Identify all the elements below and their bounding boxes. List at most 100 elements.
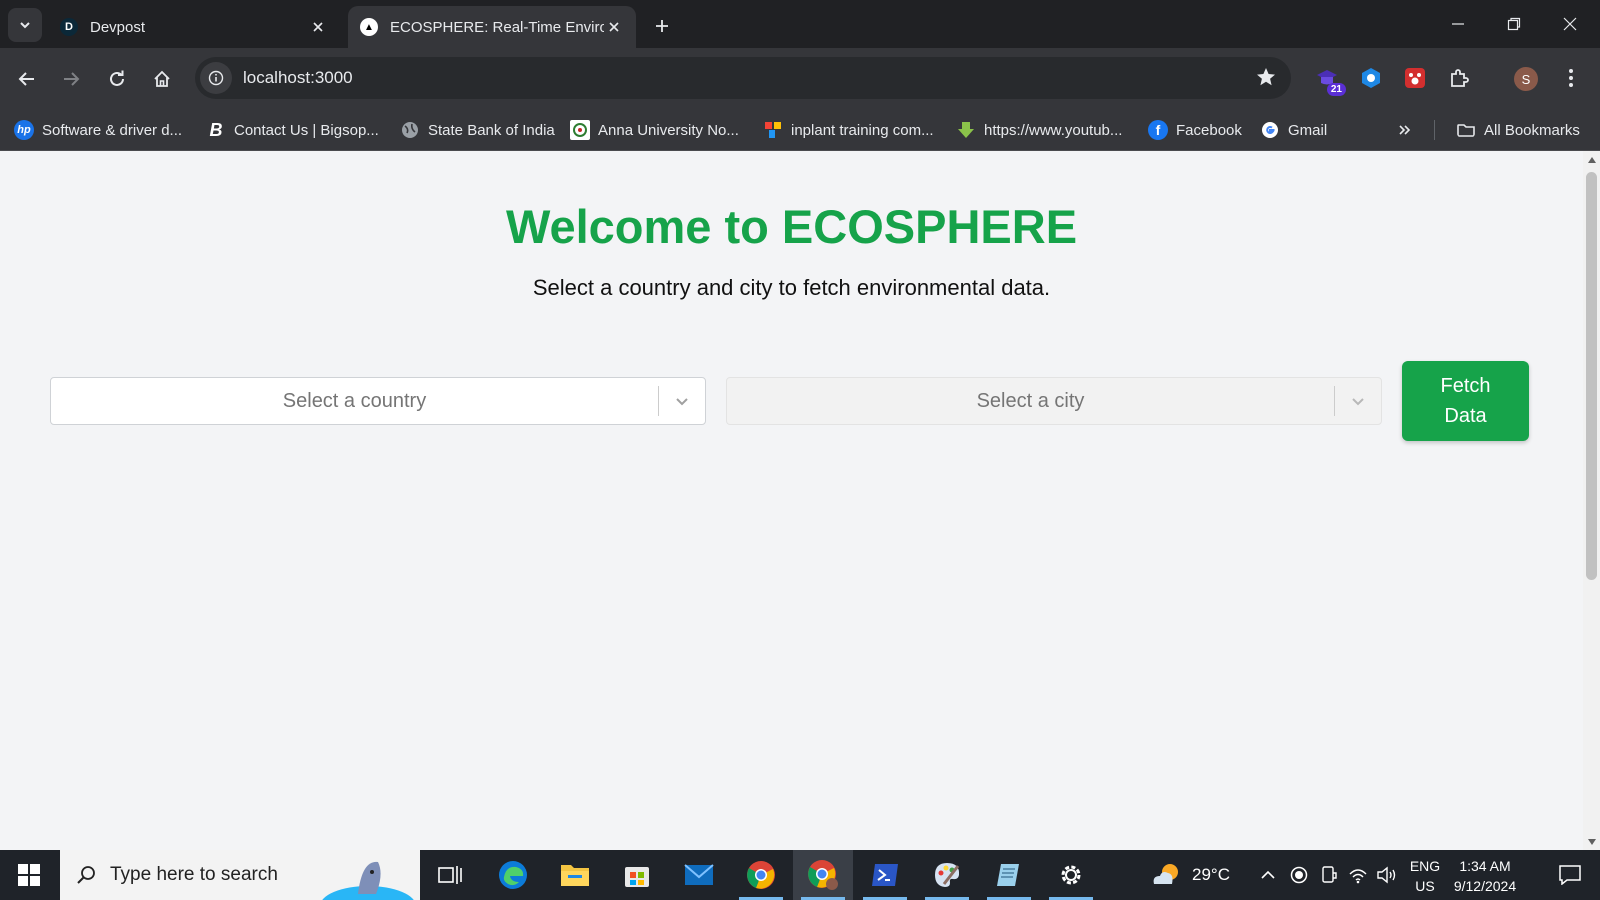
taskbar-file-explorer[interactable] [545, 850, 605, 900]
new-tab-button[interactable] [648, 12, 676, 40]
country-select[interactable]: Select a country [50, 377, 706, 425]
hp-icon: hp [14, 120, 34, 140]
close-window-button[interactable] [1542, 0, 1598, 48]
clock-time: 1:34 AM [1459, 858, 1511, 874]
page-title: Welcome to ECOSPHERE [505, 200, 1078, 253]
weather-widget[interactable]: 29°C [1150, 850, 1230, 900]
minimize-icon [1452, 23, 1464, 25]
extension-hexagon-button[interactable] [1356, 63, 1386, 93]
page-viewport: Welcome to ECOSPHERE Select a country an… [0, 151, 1600, 850]
back-button[interactable] [8, 60, 46, 98]
network-button[interactable] [1348, 850, 1368, 900]
browser-menu-button[interactable] [1556, 63, 1586, 93]
powershell-icon [872, 864, 898, 886]
all-bookmarks-button[interactable]: All Bookmarks [1456, 110, 1580, 150]
scroll-up-button[interactable] [1583, 151, 1600, 168]
all-bookmarks-label: All Bookmarks [1484, 121, 1580, 139]
profile-avatar[interactable]: S [1514, 67, 1538, 91]
taskbar-search-box[interactable]: Type here to search [60, 850, 420, 900]
start-button[interactable] [0, 850, 58, 900]
paint-palette-icon [935, 863, 960, 887]
close-tab-button[interactable] [308, 17, 328, 37]
taskbar-chrome[interactable] [731, 850, 791, 900]
chrome-profile-icon [808, 860, 838, 890]
search-icon [77, 866, 95, 884]
taskbar-clock[interactable]: 1:34 AM 9/12/2024 [1440, 856, 1530, 896]
city-select[interactable]: Select a city [726, 377, 1382, 425]
paw-icon [1405, 68, 1425, 88]
city-dropdown-indicator[interactable] [1335, 393, 1381, 409]
facebook-icon: f [1148, 120, 1168, 140]
reload-button[interactable] [98, 60, 136, 98]
bookmark-sbi[interactable]: State Bank of India [400, 110, 555, 150]
browser-toolbar: localhost:3000 21 S [0, 48, 1600, 110]
tab-strip: D Devpost ▲ ECOSPHERE: Real-Time Environ… [0, 0, 1600, 48]
notification-center-button[interactable] [1546, 850, 1594, 900]
bookmark-anna-university[interactable]: Anna University No... [570, 110, 739, 150]
forward-button[interactable] [52, 60, 90, 98]
minimize-button[interactable] [1430, 0, 1486, 48]
scrollbar-thumb[interactable] [1586, 172, 1597, 580]
bookmark-inplant-training[interactable]: inplant training com... [763, 110, 934, 150]
close-tab-button[interactable] [604, 17, 624, 37]
taskbar-chrome-profile[interactable] [793, 850, 853, 900]
taskbar-microsoft-store[interactable] [607, 850, 667, 900]
tab-search-button[interactable] [8, 8, 42, 42]
download-arrow-icon [956, 120, 976, 140]
taskbar-settings[interactable] [1041, 850, 1101, 900]
country-dropdown-indicator[interactable] [659, 393, 705, 409]
more-bookmarks-button[interactable] [1398, 110, 1412, 150]
tab-devpost[interactable]: D Devpost [48, 6, 340, 48]
edge-icon [499, 861, 527, 889]
home-button[interactable] [143, 60, 181, 98]
city-select-placeholder: Select a city [976, 389, 1085, 412]
address-bar[interactable]: localhost:3000 [195, 57, 1291, 99]
bookmark-facebook[interactable]: f Facebook [1148, 110, 1242, 150]
vertical-scrollbar[interactable] [1583, 151, 1600, 850]
extension-graduation-button[interactable]: 21 [1312, 63, 1346, 96]
taskbar-paint[interactable] [917, 850, 977, 900]
bigsop-logo-icon: B [209, 119, 223, 140]
task-view-button[interactable] [420, 850, 480, 900]
vercel-favicon-icon: ▲ [360, 18, 378, 36]
scroll-down-button[interactable] [1583, 833, 1600, 850]
volume-button[interactable] [1376, 850, 1398, 900]
site-info-button[interactable] [200, 62, 232, 94]
partly-cloudy-icon [1153, 864, 1178, 884]
star-icon [1257, 68, 1275, 86]
restore-button[interactable] [1486, 0, 1542, 48]
clock-date: 9/12/2024 [1453, 878, 1517, 894]
bookmark-bigsop[interactable]: B Contact Us | Bigsop... [206, 110, 379, 150]
taskbar-edge[interactable] [483, 850, 543, 900]
chevron-up-icon [1261, 870, 1275, 879]
bookmark-label: Facebook [1176, 121, 1242, 139]
tray-meet-button[interactable] [1320, 850, 1338, 900]
extension-paw-button[interactable] [1400, 63, 1430, 93]
bookmark-hp[interactable]: hp Software & driver d... [14, 110, 182, 150]
bookmark-star-button[interactable] [1255, 66, 1277, 93]
bookmark-label: https://www.youtub... [984, 121, 1123, 139]
fetch-data-button[interactable]: Fetch Data [1402, 361, 1529, 441]
show-hidden-icons-button[interactable] [1260, 850, 1276, 900]
taskbar-notepad[interactable] [979, 850, 1039, 900]
store-icon [625, 867, 649, 887]
device-icon [1322, 866, 1337, 883]
url-text[interactable]: localhost:3000 [243, 68, 353, 88]
tray-record-button[interactable] [1290, 850, 1308, 900]
input-language-button[interactable]: ENG US [1405, 856, 1445, 896]
page-subtitle: Select a country and city to fetch envir… [532, 275, 1051, 300]
globe-icon [402, 122, 418, 138]
taskbar-mail[interactable] [669, 850, 729, 900]
bookmark-label: State Bank of India [428, 121, 555, 139]
tab-ecosphere[interactable]: ▲ ECOSPHERE: Real-Time Environmental [348, 6, 636, 48]
bookmark-gmail[interactable]: Gmail [1260, 110, 1327, 150]
taskbar-powershell[interactable] [855, 850, 915, 900]
tab-title: ECOSPHERE: Real-Time Environmental [390, 18, 604, 36]
bookmark-youtube[interactable]: https://www.youtub... [956, 110, 1122, 150]
mail-icon [684, 864, 714, 885]
notepad-icon [997, 864, 1019, 886]
double-chevron-right-icon [1399, 125, 1411, 135]
folder-icon [561, 865, 589, 886]
extensions-menu-button[interactable] [1444, 63, 1474, 93]
kebab-menu-icon [1569, 69, 1573, 87]
